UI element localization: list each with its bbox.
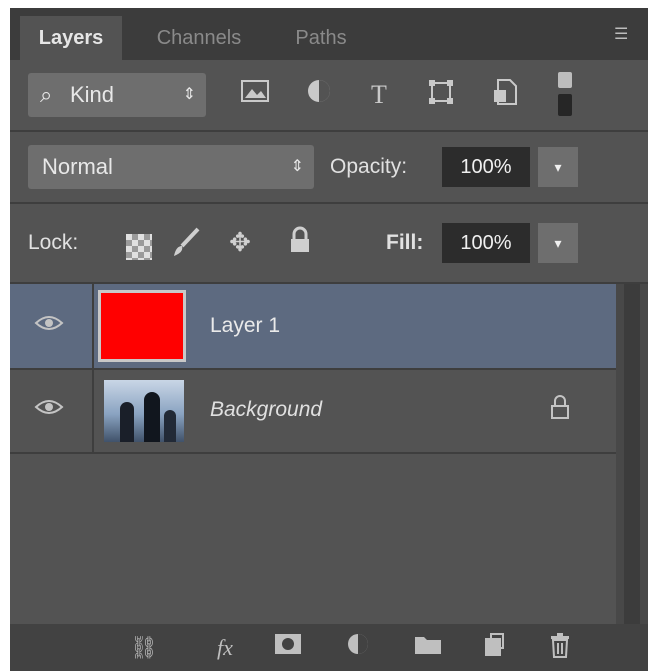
divider (10, 368, 616, 370)
filter-kind-label: Kind (70, 82, 115, 107)
new-group-icon[interactable] (412, 632, 444, 664)
type-filter-icon[interactable]: T (362, 78, 396, 112)
trash-icon[interactable] (544, 632, 576, 664)
smart-object-filter-icon[interactable] (488, 78, 522, 112)
blend-mode-select[interactable]: Normal ⇕ (28, 145, 314, 189)
lock-row: Lock: Fill: 100% ▾ (10, 204, 648, 282)
lock-label: Lock: (28, 231, 79, 254)
fill-dropdown-button[interactable]: ▾ (538, 223, 578, 263)
tab-paths[interactable]: Paths (276, 16, 366, 60)
opacity-input[interactable]: 100% (442, 147, 530, 187)
layer-name[interactable]: Layer 1 (210, 284, 280, 368)
layers-footer: ⛓ fx (10, 624, 648, 671)
layers-list: Layer 1 Background (10, 284, 616, 624)
tab-channels[interactable]: Channels (134, 16, 264, 60)
layer-thumbnail[interactable] (104, 380, 184, 442)
tab-bar: Layers Channels Paths ☰ (10, 8, 648, 60)
fill-input[interactable]: 100% (442, 223, 530, 263)
shape-filter-icon[interactable] (424, 78, 458, 112)
opacity-label: Opacity: (330, 155, 408, 178)
layer-mask-icon[interactable] (272, 632, 304, 664)
filter-toggle-switch[interactable] (555, 70, 575, 118)
lock-image-pixels-icon[interactable] (170, 226, 202, 258)
fill-label: Fill: (386, 231, 424, 254)
new-layer-icon[interactable] (478, 632, 510, 664)
layer-lock-icon[interactable] (545, 394, 575, 426)
adjustment-filter-icon[interactable] (302, 78, 336, 112)
lock-all-icon[interactable] (284, 226, 316, 258)
divider (92, 368, 94, 452)
layer-row-background[interactable]: Background (10, 368, 616, 452)
filter-kind-select[interactable]: ⌕ Kind ⇕ (28, 73, 206, 117)
link-layers-icon[interactable]: ⛓ (128, 632, 160, 664)
blend-row: Normal ⇕ Opacity: 100% ▾ (10, 132, 648, 202)
blend-mode-label: Normal (42, 154, 113, 179)
fx-icon[interactable]: fx (202, 632, 248, 664)
filter-row: ⌕ Kind ⇕ T (10, 60, 648, 130)
layer-name[interactable]: Background (210, 368, 322, 452)
layer-row-layer-1[interactable]: Layer 1 (10, 284, 616, 368)
scrollbar[interactable] (616, 284, 648, 624)
updown-arrow-icon: ⇕ (290, 158, 304, 175)
panel-menu-icon[interactable]: ☰ (614, 26, 638, 44)
search-icon: ⌕ (40, 82, 53, 107)
divider (10, 452, 616, 454)
divider (92, 284, 94, 368)
opacity-dropdown-button[interactable]: ▾ (538, 147, 578, 187)
eye-visibility-icon[interactable] (32, 396, 66, 424)
layer-thumbnail[interactable] (98, 290, 186, 362)
image-filter-icon[interactable] (238, 78, 272, 112)
lock-position-icon[interactable]: ✥ (224, 226, 256, 258)
layers-panel: Layers Channels Paths ☰ ⌕ Kind ⇕ T Norma… (10, 8, 648, 671)
adjustment-layer-icon[interactable] (342, 632, 374, 664)
updown-arrow-icon: ⇕ (182, 86, 196, 103)
lock-transparent-pixels-icon[interactable] (126, 234, 152, 260)
eye-visibility-icon[interactable] (32, 312, 66, 340)
tab-layers[interactable]: Layers (20, 16, 122, 60)
